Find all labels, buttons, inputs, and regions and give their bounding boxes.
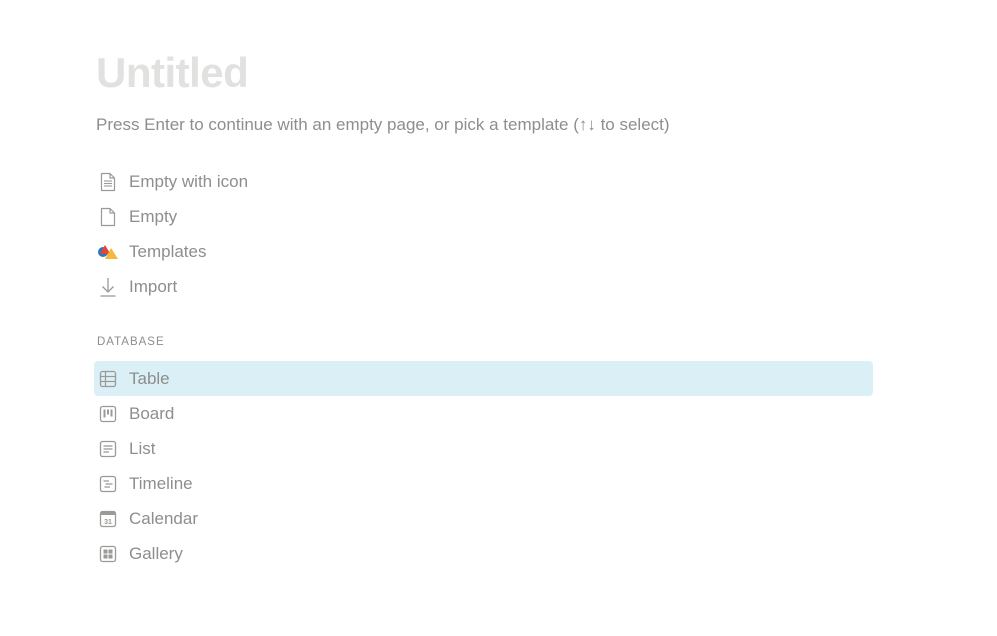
database-item-label: Timeline <box>129 473 193 493</box>
database-section-label: DATABASE <box>97 336 165 348</box>
template-item-empty-with-icon[interactable]: Empty with icon <box>94 164 873 199</box>
template-item-label: Empty <box>129 206 178 226</box>
page-title[interactable]: Untitled <box>96 46 249 100</box>
timeline-icon <box>97 473 119 495</box>
database-item-label: Calendar <box>129 508 198 528</box>
gallery-icon <box>97 543 119 565</box>
template-item-label: Empty with icon <box>129 171 249 191</box>
template-hint: Press Enter to continue with an empty pa… <box>96 115 670 134</box>
board-icon <box>97 403 119 425</box>
database-item-timeline[interactable]: Timeline <box>94 466 873 501</box>
page-with-lines-icon <box>97 171 119 193</box>
calendar-icon: 31 <box>97 508 119 530</box>
database-item-label: Table <box>129 368 170 388</box>
database-item-label: Gallery <box>129 543 183 563</box>
database-item-label: Board <box>129 403 175 423</box>
calendar-icon-number: 31 <box>104 519 112 526</box>
database-list: Table Board List Timeline 31 Calendar Ga… <box>94 361 873 571</box>
database-item-label: List <box>129 438 156 458</box>
template-item-label: Import <box>129 276 178 296</box>
database-item-calendar[interactable]: 31 Calendar <box>94 501 873 536</box>
template-list: Empty with icon Empty Templates Import <box>94 164 873 304</box>
database-item-list[interactable]: List <box>94 431 873 466</box>
template-item-import[interactable]: Import <box>94 269 873 304</box>
table-icon <box>97 368 119 390</box>
list-icon <box>97 438 119 460</box>
templates-shapes-icon <box>97 241 119 263</box>
template-item-templates[interactable]: Templates <box>94 234 873 269</box>
database-item-table[interactable]: Table <box>94 361 873 396</box>
database-item-board[interactable]: Board <box>94 396 873 431</box>
database-item-gallery[interactable]: Gallery <box>94 536 873 571</box>
template-item-label: Templates <box>129 241 207 261</box>
import-arrow-icon <box>97 276 119 298</box>
template-item-empty[interactable]: Empty <box>94 199 873 234</box>
blank-page-icon <box>97 206 119 228</box>
new-page-template-picker: Untitled Press Enter to continue with an… <box>0 0 997 636</box>
